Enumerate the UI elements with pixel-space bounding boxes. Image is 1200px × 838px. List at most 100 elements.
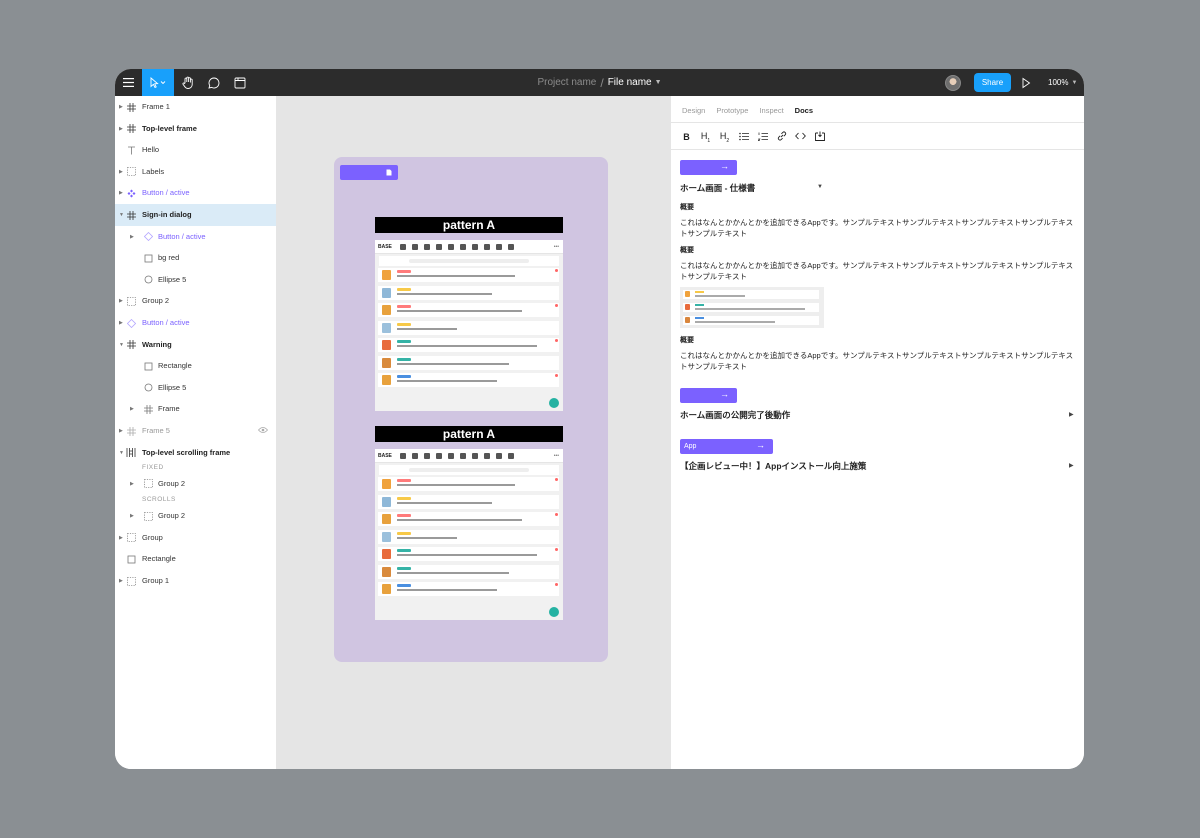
layer-row[interactable]: bg red <box>115 247 276 269</box>
chevron-right-icon[interactable]: ▶ <box>1069 411 1074 418</box>
arrow-right-icon: → <box>756 440 765 450</box>
layer-row[interactable]: ▶ Button / active <box>115 312 276 334</box>
design-frame[interactable]: pattern A BASE ••• pattern A BASE ••• <box>334 157 608 662</box>
zoom-menu[interactable]: 100% ▼ <box>1048 69 1077 96</box>
layer-row[interactable]: Ellipse 5 <box>115 377 276 399</box>
user-avatar[interactable] <box>945 75 961 91</box>
bullet-list-button[interactable] <box>738 132 749 143</box>
collapse-arrow-icon[interactable]: ▶ <box>130 481 134 487</box>
doc-frame-tag[interactable]: → <box>680 160 737 175</box>
layer-row[interactable]: ▼ Top-level scrolling frame <box>115 442 276 464</box>
frame-tag[interactable] <box>340 165 398 180</box>
ellipse-icon <box>142 382 154 394</box>
doc-frame-tag-app[interactable]: App → <box>680 439 773 454</box>
numbered-list-icon <box>756 132 768 141</box>
doc-tag-label: App <box>684 443 697 450</box>
frame-icon <box>125 101 137 113</box>
instance-icon <box>125 317 137 329</box>
layer-row[interactable]: ▶ Group 1 <box>115 570 276 592</box>
collapse-arrow-icon[interactable]: ▶ <box>130 234 134 240</box>
mock-list-item <box>378 494 559 509</box>
collapse-arrow-icon[interactable]: ▶ <box>119 126 123 132</box>
layer-row[interactable]: ▶ Top-level frame <box>115 118 276 140</box>
layer-row[interactable]: ▶ Group 2 <box>115 290 276 312</box>
mock-list-item <box>378 373 559 387</box>
layer-row[interactable]: ▶ Button / active <box>115 226 276 248</box>
expand-arrow-icon[interactable]: ▼ <box>119 212 124 218</box>
embed-button[interactable] <box>814 131 825 143</box>
collapse-arrow-icon[interactable]: ▶ <box>119 298 123 304</box>
more-icon: ••• <box>553 243 559 250</box>
layer-row[interactable]: ▶ Group <box>115 527 276 549</box>
layer-row[interactable]: ▼ Warning <box>115 334 276 356</box>
pattern-b-group[interactable]: pattern A BASE ••• <box>375 426 563 620</box>
link-button[interactable] <box>776 131 787 143</box>
rectangle-icon <box>142 252 154 264</box>
move-tool-button[interactable] <box>142 69 174 96</box>
layer-row-hidden[interactable]: ▶ Frame 5 <box>115 420 276 442</box>
code-icon <box>795 133 806 140</box>
hamburger-icon <box>123 78 134 87</box>
canvas[interactable]: pattern A BASE ••• pattern A BASE ••• <box>277 96 671 769</box>
frame-icon <box>125 209 137 221</box>
collapse-arrow-icon[interactable]: ▶ <box>119 104 123 110</box>
doc-section-title[interactable]: ホーム画面 - 仕様書 <box>680 182 755 194</box>
heading2-button[interactable]: H2 <box>719 131 730 144</box>
doc-section-title[interactable]: ホーム画面の公開完了後動作 <box>680 409 790 421</box>
tab-inspect[interactable]: Inspect <box>759 106 783 115</box>
panel-tabs: Design Prototype Inspect Docs <box>682 106 813 115</box>
collapse-arrow-icon[interactable]: ▶ <box>119 578 123 584</box>
chevron-down-icon[interactable]: ▼ <box>817 184 823 190</box>
embedded-screenshot[interactable] <box>680 287 824 328</box>
doc-frame-tag[interactable]: → <box>680 388 737 403</box>
mock-list-item <box>378 529 559 544</box>
layer-row[interactable]: ▶ Frame 1 <box>115 96 276 118</box>
expand-arrow-icon[interactable]: ▼ <box>119 342 124 348</box>
tab-prototype[interactable]: Prototype <box>716 106 748 115</box>
divider <box>671 149 1084 150</box>
layer-row-selected[interactable]: ▼ Sign-in dialog <box>115 204 276 226</box>
collapse-arrow-icon[interactable]: ▶ <box>130 513 134 519</box>
collapse-arrow-icon[interactable]: ▶ <box>119 320 123 326</box>
present-tool-button[interactable] <box>229 69 251 96</box>
collapse-arrow-icon[interactable]: ▶ <box>130 406 134 412</box>
instance-icon <box>142 231 154 243</box>
layer-row[interactable]: Rectangle <box>115 548 276 570</box>
tab-docs[interactable]: Docs <box>795 106 813 115</box>
code-button[interactable] <box>795 132 806 142</box>
heading1-button[interactable]: H1 <box>700 131 711 144</box>
chevron-down-icon[interactable]: ▼ <box>655 79 662 86</box>
main-menu-button[interactable] <box>115 69 142 96</box>
share-button[interactable]: Share <box>974 73 1011 92</box>
layer-row[interactable]: ▶ Button / active <box>115 182 276 204</box>
project-name-link[interactable]: Project name <box>537 77 596 88</box>
tab-design[interactable]: Design <box>682 106 705 115</box>
mock-fab <box>549 607 559 617</box>
file-title: Project name / File name ▼ <box>115 69 1084 96</box>
frame-icon <box>125 425 137 437</box>
layer-row[interactable]: ▶ Group 2 <box>115 505 276 527</box>
layer-row[interactable]: Hello <box>115 139 276 161</box>
properties-panel: Design Prototype Inspect Docs B H1 H2 → … <box>671 96 1084 769</box>
present-button[interactable] <box>1021 76 1031 94</box>
doc-section-title[interactable]: 【企画レビュー中！】Appインストール向上施策 <box>680 460 866 472</box>
layer-row[interactable]: ▶ Group 2 <box>115 473 276 495</box>
layer-row[interactable]: ▶ Frame <box>115 398 276 420</box>
expand-arrow-icon[interactable]: ▼ <box>119 450 124 456</box>
collapse-arrow-icon[interactable]: ▶ <box>119 535 123 541</box>
bold-button[interactable]: B <box>681 132 692 142</box>
numbered-list-button[interactable] <box>756 132 768 143</box>
collapse-arrow-icon[interactable]: ▶ <box>119 169 123 175</box>
collapse-arrow-icon[interactable]: ▶ <box>119 428 123 434</box>
layer-row[interactable]: Rectangle <box>115 355 276 377</box>
comment-tool-button[interactable] <box>203 69 225 96</box>
file-name-button[interactable]: File name <box>608 77 652 88</box>
hand-tool-button[interactable] <box>177 69 199 96</box>
chevron-right-icon[interactable]: ▶ <box>1069 462 1074 469</box>
layer-label: Top-level scrolling frame <box>142 447 231 457</box>
layer-row[interactable]: Ellipse 5 <box>115 269 276 291</box>
pattern-a-group[interactable]: pattern A BASE ••• <box>375 217 563 411</box>
eye-icon[interactable] <box>257 426 269 436</box>
layer-row[interactable]: ▶ Labels <box>115 161 276 183</box>
collapse-arrow-icon[interactable]: ▶ <box>119 190 123 196</box>
